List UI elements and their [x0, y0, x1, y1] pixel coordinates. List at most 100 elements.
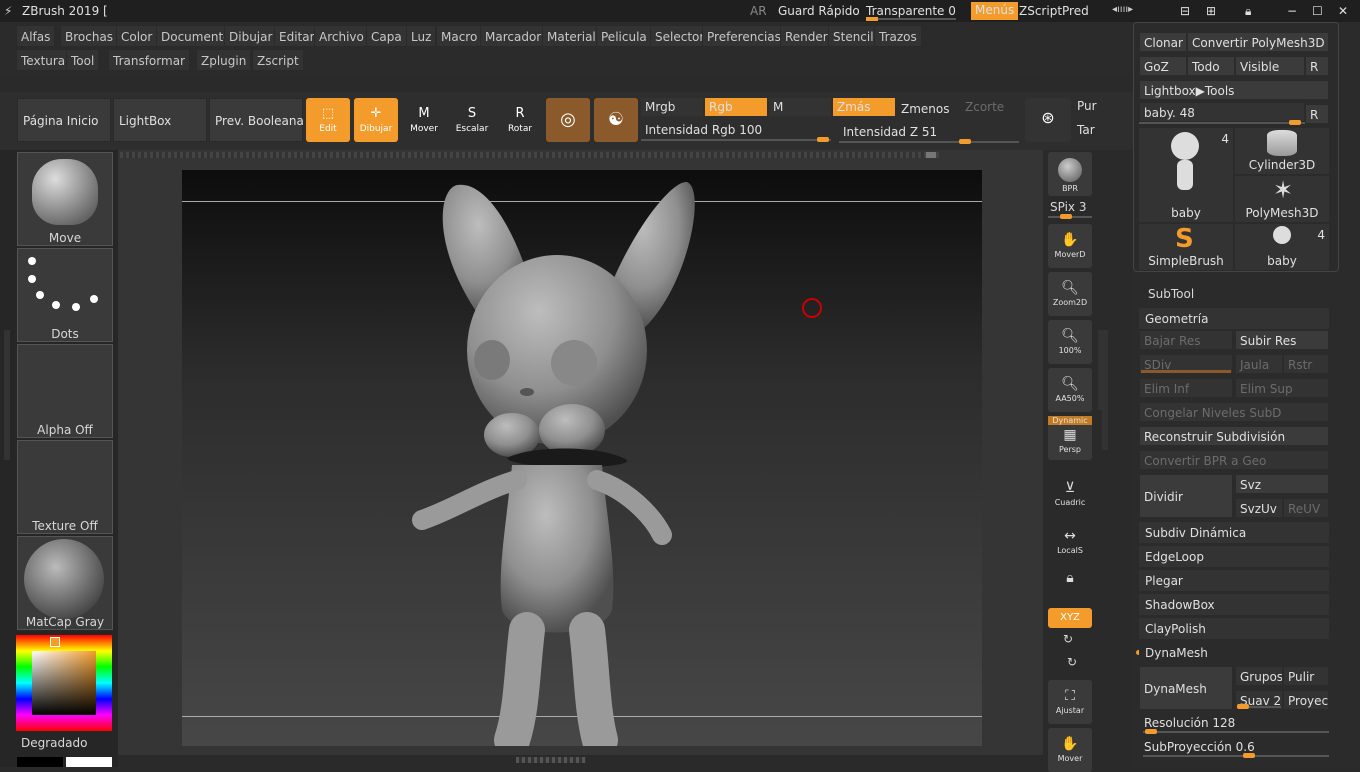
- polish-button[interactable]: Pulir: [1283, 666, 1329, 686]
- color-sphere-button[interactable]: ☯: [594, 98, 638, 142]
- secondary-color-swatch[interactable]: [17, 757, 63, 767]
- edit-button[interactable]: ⬚ Edit: [306, 98, 350, 142]
- higher-res-button[interactable]: Subir Res: [1235, 330, 1329, 350]
- rotate-y-icon[interactable]: ↻: [1063, 632, 1073, 646]
- color-picker[interactable]: [16, 635, 112, 731]
- menu-capa[interactable]: Capa: [366, 25, 407, 47]
- tool-thumb-baby-2[interactable]: 4 baby: [1235, 224, 1329, 270]
- quicksave-button[interactable]: Guard Rápido: [778, 4, 860, 18]
- layout-icon[interactable]: ⊟: [1180, 4, 1190, 18]
- z-intensity-track[interactable]: [839, 139, 1019, 144]
- zoom2d-button[interactable]: 🔍︎ Zoom2D: [1048, 272, 1092, 316]
- dynamesh-button[interactable]: DynaMesh: [1139, 666, 1233, 710]
- frame-button[interactable]: ⛶ Ajustar: [1048, 680, 1092, 724]
- stroke-slot[interactable]: Dots: [17, 248, 113, 342]
- move-view-button[interactable]: ✋ Mover: [1048, 728, 1092, 772]
- tool-thumb-baby[interactable]: 4 baby: [1139, 128, 1233, 222]
- texture-slot[interactable]: Texture Off: [17, 440, 113, 534]
- tool-thumb-simplebrush[interactable]: S SimpleBrush: [1139, 224, 1233, 270]
- menu-dibujar[interactable]: Dibujar: [224, 25, 278, 47]
- all-button[interactable]: Todo: [1187, 56, 1235, 76]
- rotate-button[interactable]: R Rotar: [498, 98, 542, 142]
- menu-zscript[interactable]: Zscript: [252, 49, 304, 71]
- suv-button[interactable]: SvzUv: [1235, 498, 1283, 518]
- lightbox-button[interactable]: LightBox: [113, 98, 207, 142]
- window-layout-icon[interactable]: ⊞: [1206, 4, 1216, 18]
- menu-luz[interactable]: Luz: [406, 25, 437, 47]
- ruler-handle[interactable]: [926, 152, 936, 158]
- resolution-slider[interactable]: Resolución 128: [1139, 712, 1329, 732]
- dynamesh-header[interactable]: DynaMesh: [1139, 642, 1329, 664]
- sdiv-track[interactable]: [1141, 370, 1231, 373]
- layout-slider-icon[interactable]: ◂ıııı▸: [1112, 4, 1133, 15]
- menu-selector[interactable]: Selector: [650, 25, 710, 47]
- home-page-button[interactable]: Página Inicio: [17, 98, 111, 142]
- rgb-button[interactable]: Rgb: [705, 98, 767, 116]
- menu-zplugin[interactable]: Zplugin: [196, 49, 252, 71]
- viewport[interactable]: [118, 150, 1108, 763]
- bpr-button[interactable]: BPR: [1048, 152, 1092, 196]
- r-button-2[interactable]: R: [1305, 104, 1329, 124]
- del-higher-button[interactable]: Elim Sup: [1235, 378, 1329, 398]
- divide-button[interactable]: Dividir: [1139, 474, 1233, 518]
- rgb-intensity-track[interactable]: [641, 137, 831, 142]
- lock-button[interactable]: 🔒︎: [1048, 562, 1092, 606]
- right-shelf-handle[interactable]: [1098, 330, 1106, 410]
- menu-alfas[interactable]: Alfas: [16, 25, 56, 47]
- menus-button[interactable]: Menús: [971, 2, 1019, 20]
- goz-button[interactable]: GoZ: [1139, 56, 1187, 76]
- maximize-icon[interactable]: ☐: [1312, 4, 1323, 18]
- current-tool-slider[interactable]: baby. 48: [1139, 102, 1305, 122]
- reconstruct-subdiv-button[interactable]: Reconstruir Subdivisión: [1139, 426, 1329, 446]
- color-square[interactable]: [32, 651, 96, 715]
- menu-textura[interactable]: Textura: [16, 49, 71, 71]
- dynamic-subdiv-header[interactable]: Subdiv Dinámica: [1139, 522, 1329, 544]
- persp-button[interactable]: Dynamic ▦ Persp: [1048, 416, 1092, 460]
- brush-slot[interactable]: Move: [17, 152, 113, 246]
- menu-macro[interactable]: Macro: [436, 25, 483, 47]
- menu-tool[interactable]: Tool: [66, 49, 100, 71]
- shadowbox-header[interactable]: ShadowBox: [1139, 594, 1329, 616]
- project-button[interactable]: Proyect: [1283, 690, 1329, 710]
- crease-header[interactable]: Plegar: [1139, 570, 1329, 592]
- material-sphere-button[interactable]: ◎: [546, 98, 590, 142]
- menu-material[interactable]: Material: [542, 25, 601, 47]
- zadd-button[interactable]: Zmás: [833, 98, 895, 116]
- geometry-header[interactable]: Geometría: [1139, 308, 1329, 330]
- reuv-button[interactable]: ReUV: [1283, 498, 1329, 518]
- boolean-preview-button[interactable]: Prev. Booleana: [209, 98, 304, 142]
- alpha-slot[interactable]: Alpha Off: [17, 344, 113, 438]
- rotate-z-icon[interactable]: ↻: [1067, 655, 1077, 669]
- lower-res-button[interactable]: Bajar Res: [1139, 330, 1233, 350]
- rstr-button[interactable]: Rstr: [1283, 354, 1329, 374]
- claypolish-header[interactable]: ClayPolish: [1139, 618, 1329, 640]
- floor-button[interactable]: ⊻ Cuadric: [1048, 472, 1092, 516]
- tool-thumb-cylinder[interactable]: Cylinder3D: [1235, 128, 1329, 174]
- cage-button[interactable]: Jaula: [1235, 354, 1283, 374]
- menu-trazos[interactable]: Trazos: [874, 25, 922, 47]
- mrgb-button[interactable]: Mrgb: [641, 98, 703, 116]
- minimize-icon[interactable]: −: [1287, 4, 1297, 18]
- menu-archivo[interactable]: Archivo: [314, 25, 369, 47]
- material-slot[interactable]: MatCap Gray: [17, 536, 113, 630]
- del-lower-button[interactable]: Elim Inf: [1139, 378, 1233, 398]
- baby-model[interactable]: [182, 170, 982, 746]
- draw-button[interactable]: ✛ Dibujar: [354, 98, 398, 142]
- zoom-100-button[interactable]: 🔍︎ 100%: [1048, 320, 1092, 364]
- spix-label[interactable]: SPix 3: [1050, 200, 1086, 214]
- menu-preferencias[interactable]: Preferencias: [702, 25, 786, 47]
- rgb-intensity-slider[interactable]: Intensidad Rgb 100: [641, 121, 831, 139]
- aa50-button[interactable]: 🔍︎ AA50%: [1048, 368, 1092, 412]
- color-indicator[interactable]: [50, 637, 60, 647]
- menu-stencil[interactable]: Stencil: [828, 25, 879, 47]
- subprojection-track[interactable]: [1143, 753, 1329, 758]
- convert-polymesh-button[interactable]: Convertir PolyMesh3D: [1187, 32, 1329, 52]
- pur-label[interactable]: Pur: [1073, 97, 1133, 115]
- clone-button[interactable]: Clonar: [1139, 32, 1187, 52]
- lightbox-tools-button[interactable]: Lightbox▶Tools: [1139, 80, 1329, 100]
- document-canvas[interactable]: [182, 170, 982, 746]
- edgeloop-header[interactable]: EdgeLoop: [1139, 546, 1329, 568]
- menu-render[interactable]: Render: [780, 25, 833, 47]
- r-button[interactable]: R: [1305, 56, 1329, 76]
- m-button[interactable]: M: [769, 98, 831, 116]
